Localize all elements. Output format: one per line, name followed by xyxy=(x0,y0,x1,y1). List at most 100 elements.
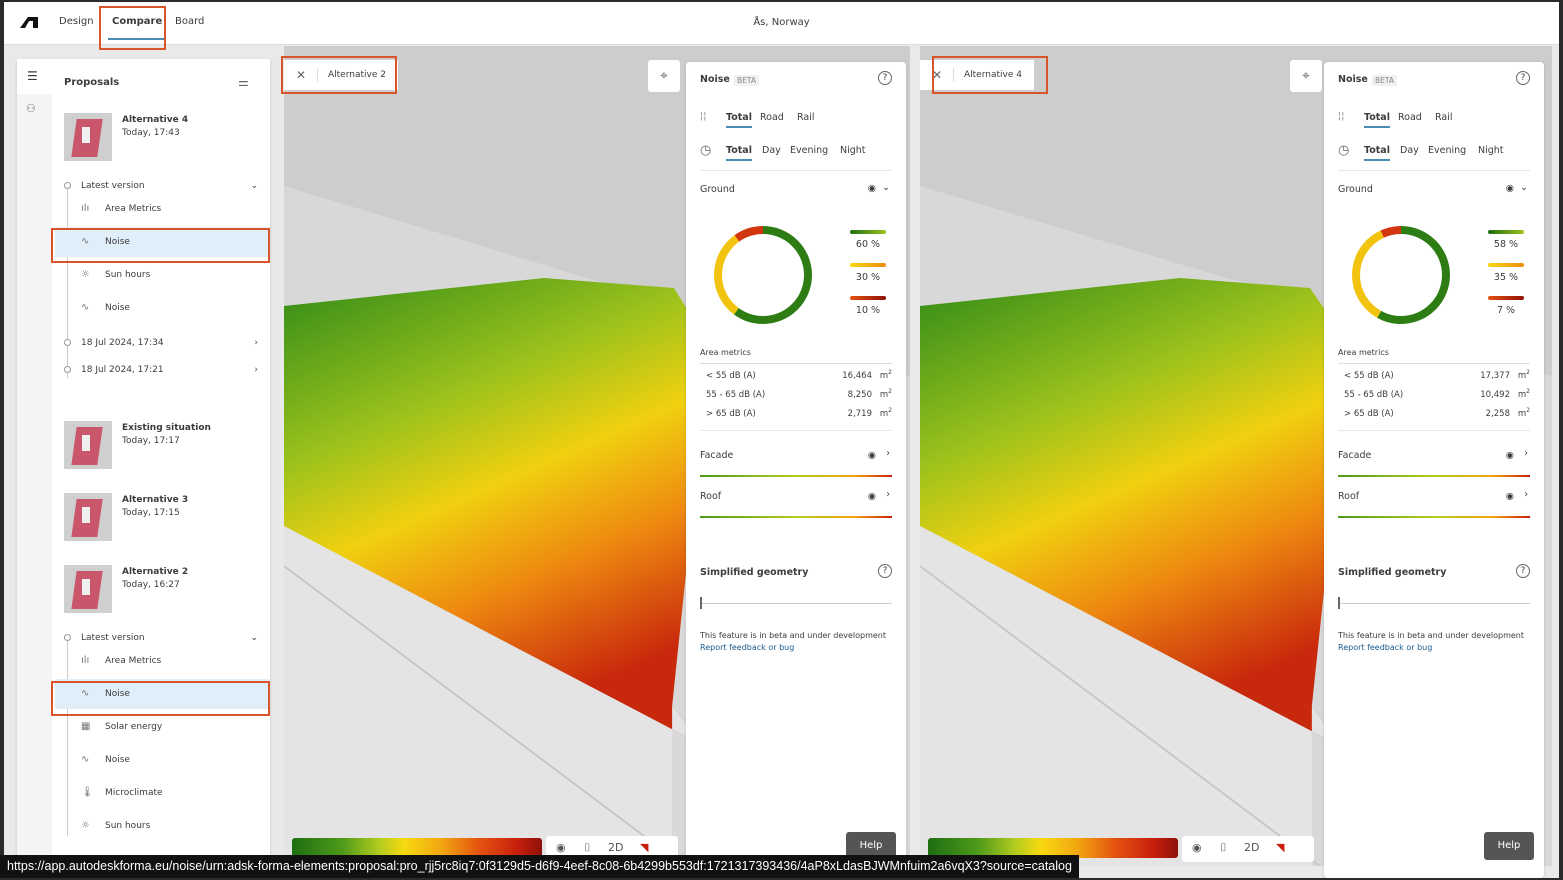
ground-section-title: Ground xyxy=(1338,184,1373,195)
2d-toggle[interactable]: 2D xyxy=(1244,841,1259,854)
roof-section-title[interactable]: Roof xyxy=(700,491,721,502)
chevron-right-icon[interactable]: › xyxy=(254,360,258,380)
tab-time[interactable]: Total xyxy=(726,145,752,161)
tab-source[interactable]: Total xyxy=(726,112,752,128)
version-older[interactable]: 18 Jul 2024, 17:34 › xyxy=(64,333,270,353)
tab-source[interactable]: Road xyxy=(1398,112,1422,123)
2d-toggle[interactable]: 2D xyxy=(608,841,623,854)
eye-icon[interactable]: ◉ xyxy=(868,491,876,502)
analysis-label: Noise xyxy=(105,755,130,765)
chevron-down-icon[interactable]: ⌄ xyxy=(250,628,258,648)
analysis-label: Noise xyxy=(105,303,130,313)
help-button[interactable]: Help xyxy=(1484,832,1534,860)
thermometer-icon: 🌡 xyxy=(81,787,94,798)
share-swatch xyxy=(850,296,886,300)
share-percent: 35 % xyxy=(1493,272,1519,283)
tab-time[interactable]: Day xyxy=(762,145,781,156)
slider-handle[interactable] xyxy=(1338,597,1340,609)
area-value: 2,258 xyxy=(1485,409,1510,419)
facade-section-title[interactable]: Facade xyxy=(1338,450,1371,461)
source-icon: ¦¦ xyxy=(1338,111,1345,122)
tab-time[interactable]: Night xyxy=(1478,145,1504,156)
menu-icon[interactable]: ☰ xyxy=(27,69,38,83)
people-icon[interactable]: ⚇ xyxy=(26,102,36,115)
camera-icon[interactable]: ⌷ xyxy=(584,841,591,855)
divider xyxy=(1338,170,1530,171)
simplified-geometry-slider[interactable] xyxy=(1338,603,1530,604)
tab-time[interactable]: Day xyxy=(1400,145,1419,156)
highlight-box xyxy=(281,56,397,94)
area-unit: m2 xyxy=(1517,407,1530,419)
area-range: > 65 dB (A) xyxy=(1344,409,1394,419)
chevron-right-icon[interactable]: › xyxy=(254,333,258,353)
proposal-thumbnail xyxy=(64,493,112,541)
tab-time[interactable]: Night xyxy=(840,145,866,156)
version-label: Latest version xyxy=(81,181,145,191)
divider xyxy=(1338,430,1530,431)
chevron-right-icon[interactable]: › xyxy=(1524,448,1528,459)
version-latest[interactable]: Latest version ⌄ xyxy=(64,176,270,196)
help-icon[interactable]: ? xyxy=(1516,564,1530,578)
analysis-item[interactable]: ∿ Noise xyxy=(55,745,270,775)
help-icon[interactable]: ? xyxy=(878,564,892,578)
slider-handle[interactable] xyxy=(700,597,702,609)
eye-icon[interactable]: ◉ xyxy=(556,841,566,854)
tab-time[interactable]: Evening xyxy=(790,145,828,156)
chevron-down-icon[interactable]: ⌄ xyxy=(882,182,890,193)
chevron-right-icon[interactable]: › xyxy=(1524,489,1528,500)
tab-source[interactable]: Road xyxy=(760,112,784,123)
app-window: Design Compare Board Ås, Norway ☰ ⚇ Prop… xyxy=(4,2,1559,878)
proposal-time: Today, 17:17 xyxy=(122,436,180,446)
analysis-item[interactable]: ∿ Noise xyxy=(55,293,270,323)
share-swatch xyxy=(850,263,886,267)
tab-source[interactable]: Rail xyxy=(797,112,815,123)
eye-icon[interactable]: ◉ xyxy=(1506,183,1514,194)
analysis-item[interactable]: 🌡 Microclimate xyxy=(55,778,270,808)
filter-sliders-icon[interactable]: ⚌ xyxy=(238,75,249,89)
locate-crosshair-button[interactable]: ⌖ xyxy=(648,60,680,92)
proposals-title: Proposals xyxy=(64,77,120,88)
roof-section-title[interactable]: Roof xyxy=(1338,491,1359,502)
locate-crosshair-button[interactable]: ⌖ xyxy=(1290,60,1322,92)
help-icon[interactable]: ? xyxy=(878,71,892,85)
proposal-thumbnail xyxy=(64,565,112,613)
tab-time[interactable]: Evening xyxy=(1428,145,1466,156)
tab-time[interactable]: Total xyxy=(1364,145,1390,161)
analysis-item[interactable]: ılı Area Metrics xyxy=(55,646,270,676)
chevron-down-icon[interactable]: ⌄ xyxy=(250,176,258,196)
report-feedback-link[interactable]: Report feedback or bug xyxy=(700,643,794,652)
chevron-right-icon[interactable]: › xyxy=(886,489,890,500)
eye-icon[interactable]: ◉ xyxy=(1506,491,1514,502)
tab-source[interactable]: Rail xyxy=(1435,112,1453,123)
analysis-item[interactable]: ılı Area Metrics xyxy=(55,194,270,224)
report-feedback-link[interactable]: Report feedback or bug xyxy=(1338,643,1432,652)
timeline-dot xyxy=(64,634,71,641)
area-value: 8,250 xyxy=(847,390,872,400)
chevron-down-icon[interactable]: ⌄ xyxy=(1520,182,1528,193)
eye-icon[interactable]: ◉ xyxy=(1506,450,1514,461)
version-latest[interactable]: Latest version ⌄ xyxy=(64,628,270,648)
area-value: 17,377 xyxy=(1480,371,1510,381)
eye-icon[interactable]: ◉ xyxy=(1192,841,1202,854)
chevron-right-icon[interactable]: › xyxy=(886,448,890,459)
analysis-item[interactable]: ☼ Sun hours xyxy=(55,811,270,841)
camera-icon[interactable]: ⌷ xyxy=(1220,841,1227,855)
top-bar: Design Compare Board Ås, Norway xyxy=(4,2,1559,45)
analysis-item[interactable]: ☼ Sun hours xyxy=(55,260,270,290)
simplified-geometry-title: Simplified geometry xyxy=(700,567,809,578)
simplified-geometry-slider[interactable] xyxy=(700,603,892,604)
version-older[interactable]: 18 Jul 2024, 17:21 › xyxy=(64,360,270,380)
eye-icon[interactable]: ◉ xyxy=(868,450,876,461)
help-icon[interactable]: ? xyxy=(1516,71,1530,85)
tab-source[interactable]: Total xyxy=(1364,112,1390,128)
area-unit: m2 xyxy=(879,407,892,419)
analysis-label: Area Metrics xyxy=(105,656,162,666)
highlight-box xyxy=(51,228,270,263)
eye-icon[interactable]: ◉ xyxy=(868,183,876,194)
analysis-item[interactable]: ▦ Solar energy xyxy=(55,712,270,742)
facade-section-title[interactable]: Facade xyxy=(700,450,733,461)
noise-panel: Noise BETA ? ¦¦ ◷ Total Road Rail Total Day Ev… xyxy=(1324,62,1544,878)
compass-icon[interactable]: ◥ xyxy=(1276,841,1284,854)
compass-icon[interactable]: ◥ xyxy=(640,841,648,854)
proposal-name: Existing situation xyxy=(122,423,211,433)
